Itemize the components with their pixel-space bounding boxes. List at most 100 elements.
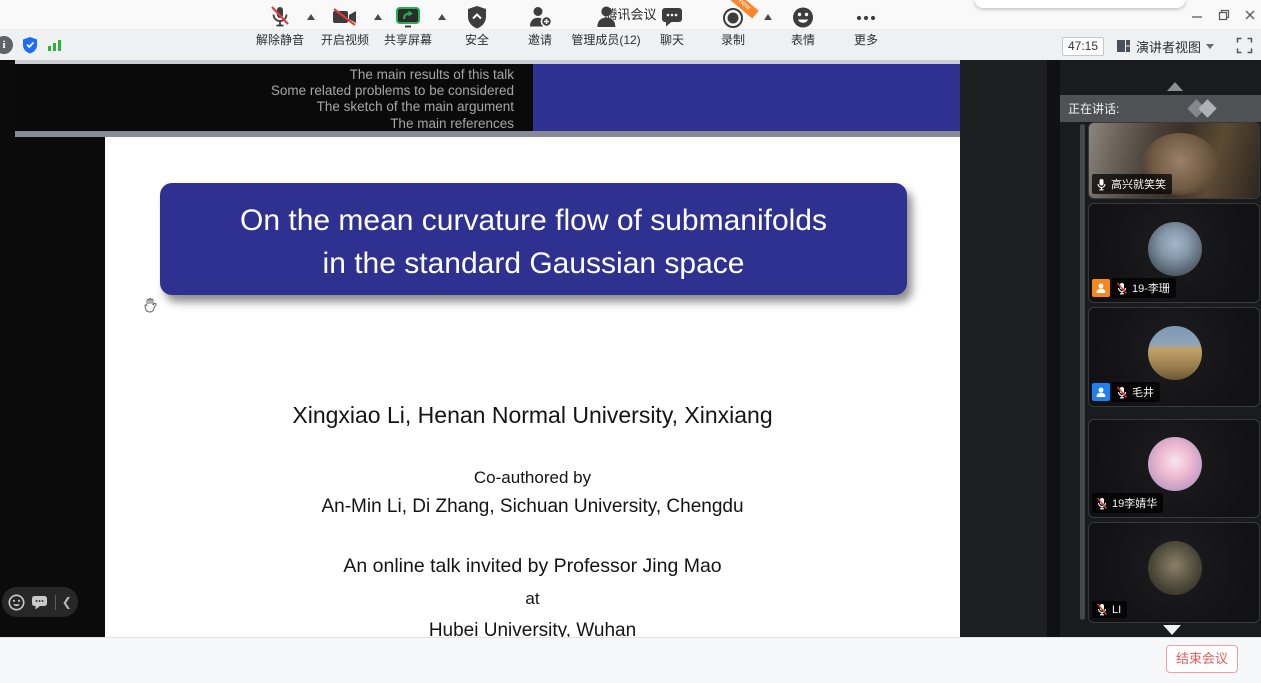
chat-bubble-icon — [659, 3, 685, 30]
chat-bubble-icon[interactable] — [31, 594, 48, 610]
mic-muted-icon — [1096, 497, 1108, 510]
minimize-icon — [1191, 9, 1203, 21]
reactions-button[interactable]: 表情 — [790, 3, 816, 48]
unmute-button[interactable]: 解除静音 — [256, 3, 304, 48]
toolbar-label: 表情 — [791, 31, 815, 48]
close-button[interactable] — [1239, 5, 1261, 25]
toolbar-label: 管理成员(12) — [571, 31, 640, 48]
toolbar-label: 更多 — [854, 31, 878, 48]
participant-list-scrollbar[interactable] — [1080, 124, 1085, 620]
meeting-timer: 47:15 — [1062, 37, 1104, 56]
speaking-now-label: 正在讲话: — [1068, 100, 1119, 117]
network-signal-icon[interactable] — [47, 38, 63, 57]
scroll-down-arrow-icon[interactable] — [1163, 625, 1181, 635]
scroll-up-arrow-icon[interactable] — [1167, 82, 1183, 91]
avatar — [1148, 437, 1202, 491]
stage-sidebar-gap — [1047, 60, 1060, 637]
slide-title-line: in the standard Gaussian space — [160, 242, 907, 285]
meeting-logo-icon — [1198, 99, 1216, 117]
microphone-muted-icon — [267, 3, 293, 30]
toolbar-label: 邀请 — [528, 31, 552, 48]
participant-tile[interactable]: 毛井 — [1088, 307, 1260, 407]
slide-coauthors-line: An-Min Li, Di Zhang, Sichuan University,… — [105, 496, 960, 518]
mic-muted-icon — [1096, 603, 1108, 616]
smiley-icon — [790, 3, 816, 30]
manage-members-button[interactable]: 管理成员(12) — [571, 3, 640, 48]
slide-author-line: Xingxiao Li, Henan Normal University, Xi… — [105, 402, 960, 429]
slide-outline-fragment: The main results of this talk Some relat… — [15, 64, 533, 131]
participant-name: LI — [1112, 604, 1121, 616]
participant-name: 高兴就笑笑 — [1111, 176, 1166, 192]
participant-tile-speaker[interactable]: 高兴就笑笑 — [1088, 122, 1260, 199]
security-button[interactable]: 安全 — [465, 3, 489, 48]
more-button[interactable]: 更多 — [853, 3, 879, 48]
slide-title-banner: On the mean curvature flow of submanifol… — [160, 183, 907, 295]
toolbar-label: 聊天 — [660, 31, 684, 48]
slide-invitation-line: An online talk invited by Professor Jing… — [105, 555, 960, 578]
share-options-arrow[interactable] — [438, 14, 446, 20]
avatar — [1148, 541, 1202, 595]
audio-options-arrow[interactable] — [307, 14, 315, 20]
minimize-button[interactable] — [1186, 5, 1208, 25]
speaker-view-icon — [1116, 39, 1131, 53]
toolbar-label: 共享屏幕 — [384, 31, 432, 48]
fullscreen-button[interactable] — [1236, 37, 1253, 59]
meeting-protection-shield-icon[interactable] — [21, 36, 39, 59]
pan-hand-cursor-icon — [143, 297, 157, 318]
close-icon — [1244, 9, 1256, 21]
participant-tile[interactable]: 19李婧华 — [1088, 419, 1260, 518]
reaction-quickbar: ❮ — [2, 587, 78, 617]
participant-name: 19李婧华 — [1112, 495, 1157, 511]
slide-at-word: at — [105, 589, 960, 609]
view-mode-switcher[interactable]: 演讲者视图 — [1116, 35, 1214, 57]
mic-muted-icon — [1116, 386, 1128, 399]
outline-line: The main results of this talk — [15, 67, 514, 83]
emoji-icon[interactable] — [8, 594, 25, 611]
camera-off-icon — [331, 3, 359, 30]
record-icon: new — [720, 3, 746, 30]
participants-sidebar: 正在讲话: 高兴就笑笑 19-李珊 — [1060, 60, 1261, 637]
outline-line: The sketch of the main argument — [15, 99, 514, 115]
invite-person-icon — [527, 3, 553, 30]
chat-button[interactable]: 聊天 — [659, 3, 685, 48]
end-meeting-button[interactable]: 结束会议 — [1166, 645, 1238, 673]
chevron-down-icon — [1206, 44, 1214, 49]
members-icon — [593, 3, 619, 30]
pill-divider — [55, 595, 56, 610]
view-mode-label: 演讲者视图 — [1136, 37, 1201, 56]
slide-coauthored-label: Co-authored by — [105, 468, 960, 488]
screen-share-icon — [394, 3, 422, 30]
previous-slide-banner-fragment — [533, 64, 960, 131]
video-options-arrow[interactable] — [374, 14, 382, 20]
invite-button[interactable]: 邀请 — [527, 3, 553, 48]
record-button[interactable]: new 录制 — [720, 3, 746, 48]
outline-line: Some related problems to be considered — [15, 83, 514, 99]
shield-icon — [465, 3, 489, 30]
outline-line: The main references — [15, 116, 514, 132]
mic-on-icon — [1096, 178, 1107, 191]
fullscreen-icon — [1236, 37, 1253, 54]
avatar — [1148, 222, 1202, 276]
toolbar-label: 开启视频 — [321, 31, 369, 48]
toolbar-label: 录制 — [721, 31, 745, 48]
toolbar-label: 解除静音 — [256, 31, 304, 48]
record-options-arrow[interactable] — [764, 14, 772, 20]
maximize-button[interactable] — [1213, 5, 1235, 25]
participant-name: 毛井 — [1132, 384, 1154, 400]
stage-background — [960, 60, 1047, 637]
participant-name: 19-李珊 — [1132, 280, 1170, 296]
participant-tile[interactable]: LI — [1088, 522, 1260, 623]
participant-tile[interactable]: 19-李珊 — [1088, 203, 1260, 303]
role-badge-icon — [1092, 279, 1110, 297]
share-screen-button[interactable]: 共享屏幕 — [384, 3, 432, 48]
collapsed-floating-toolbar[interactable] — [975, 0, 1185, 8]
avatar — [1148, 326, 1202, 380]
start-video-button[interactable]: 开启视频 — [321, 3, 369, 48]
slide-title-line: On the mean curvature flow of submanifol… — [160, 199, 907, 242]
presentation-slide: On the mean curvature flow of submanifol… — [105, 137, 960, 637]
restore-icon — [1218, 9, 1230, 21]
toolbar-label: 安全 — [465, 31, 489, 48]
bottom-toolbar — [0, 637, 1261, 683]
more-dots-icon — [853, 3, 879, 30]
collapse-pill-chevron-icon[interactable]: ❮ — [62, 595, 72, 609]
